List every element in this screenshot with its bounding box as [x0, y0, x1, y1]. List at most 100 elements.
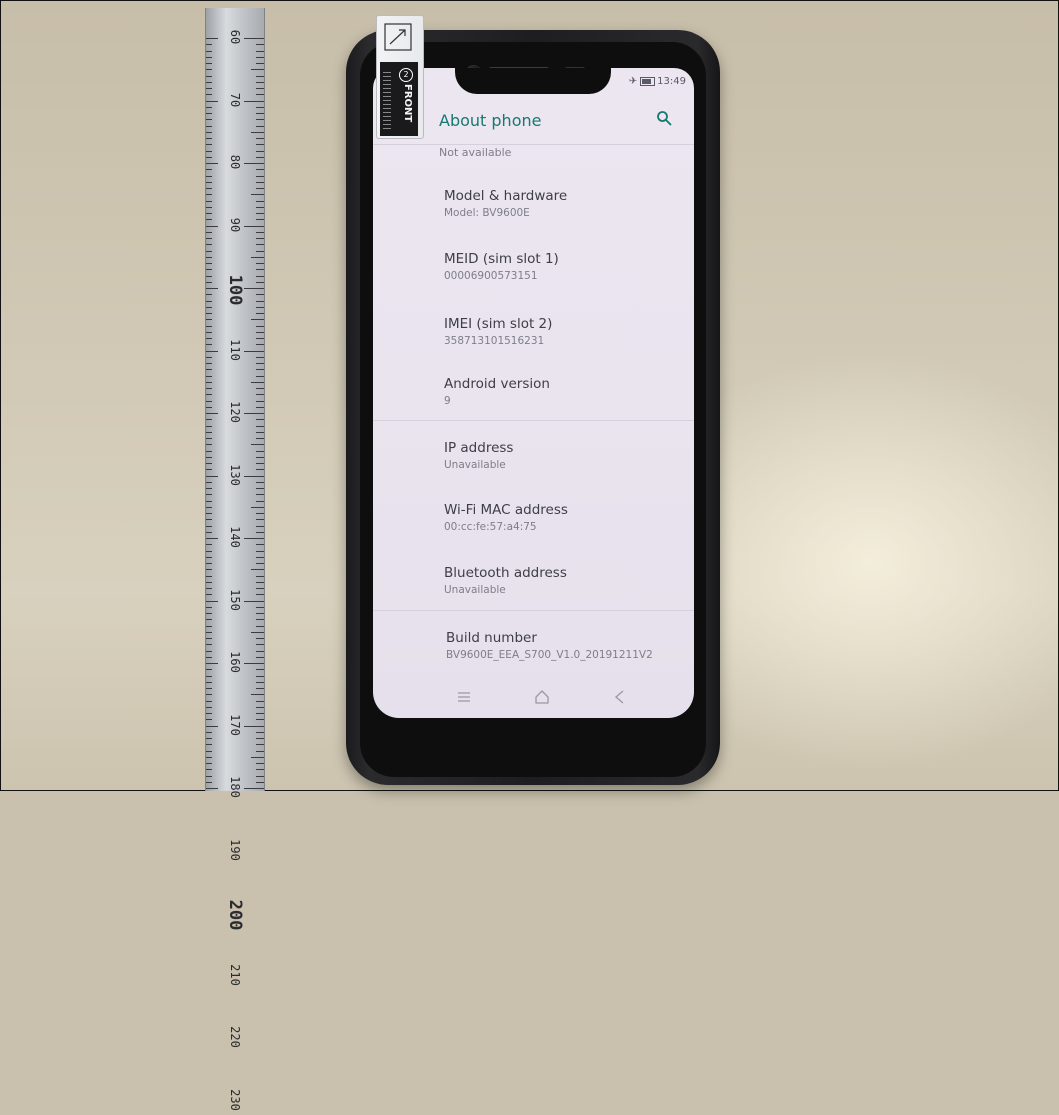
- list-item-model-hardware[interactable]: Model & hardware Model: BV9600E: [444, 188, 567, 219]
- ruler-tick: [206, 656, 212, 658]
- ruler-tick: [256, 550, 264, 552]
- ruler-tick: [256, 281, 264, 283]
- ruler-tick: [256, 531, 264, 533]
- ruler-tick: [206, 625, 212, 627]
- ruler-tick: [206, 394, 212, 396]
- ruler-tick: [256, 56, 264, 58]
- ruler-tick: [206, 213, 212, 214]
- ruler-tick: [256, 219, 264, 221]
- ruler-tick: [256, 469, 264, 471]
- list-item-title: Bluetooth address: [444, 565, 567, 581]
- ruler-number: 190: [228, 838, 242, 861]
- ruler-tick: [206, 319, 212, 321]
- ruler-tick: [206, 556, 212, 558]
- ruler-tick: [256, 594, 264, 596]
- home-icon[interactable]: [533, 688, 551, 706]
- ruler-tick: [256, 331, 264, 333]
- ruler-number: 220: [228, 1026, 242, 1048]
- ruler-tick: [256, 463, 264, 464]
- list-item-title: MEID (sim slot 1): [444, 251, 559, 267]
- ruler-tick: [206, 288, 218, 289]
- ruler-tick: [206, 131, 212, 133]
- ruler-number: 150: [228, 588, 242, 611]
- list-item-title: Wi-Fi MAC address: [444, 502, 568, 518]
- ruler-tick: [256, 44, 264, 46]
- ruler-tick: [251, 381, 264, 383]
- list-item-wifi-mac[interactable]: Wi-Fi MAC address 00:cc:fe:57:a4:75: [444, 502, 568, 533]
- ruler-number: 180: [228, 776, 242, 798]
- list-item-build-number[interactable]: Build number BV9600E_EEA_S700_V1.0_20191…: [446, 630, 653, 661]
- list-item-summary: Unavailable: [444, 584, 506, 596]
- ruler-tick: [256, 656, 264, 658]
- list-item-android-version[interactable]: Android version 9: [444, 376, 550, 407]
- ruler-number: 120: [228, 401, 242, 423]
- ruler-tick: [206, 275, 212, 277]
- ruler-tick: [256, 719, 264, 721]
- ruler-tick: [256, 263, 264, 264]
- ruler-tick: [256, 388, 264, 389]
- ruler-tick: [256, 213, 264, 214]
- ruler-tick: [206, 244, 212, 246]
- ruler-tick: [206, 425, 212, 427]
- search-icon[interactable]: [656, 110, 672, 126]
- ruler-tick: [256, 700, 264, 702]
- screen-protector-tab: 2 FRONT: [376, 15, 424, 139]
- ruler-tick: [256, 188, 264, 189]
- ruler-tick: [206, 413, 218, 414]
- ruler-tick: [206, 519, 212, 521]
- list-item-meid[interactable]: MEID (sim slot 1) 00006900573151: [444, 251, 559, 282]
- list-item-bluetooth-address[interactable]: Bluetooth address Unavailable: [444, 565, 567, 596]
- ruler-tick: [206, 406, 212, 408]
- ruler-tick: [256, 669, 264, 671]
- ruler-tick: [206, 294, 212, 296]
- ruler-tick: [256, 369, 264, 371]
- recents-icon[interactable]: [455, 688, 473, 706]
- ruler-tick: [256, 481, 264, 483]
- ruler-tick: [256, 156, 264, 158]
- ruler-tick: [256, 500, 264, 502]
- ruler-tick: [256, 231, 264, 233]
- ruler-tick: [251, 256, 264, 258]
- ruler-tick: [256, 769, 264, 771]
- ruler-tick: [206, 563, 212, 564]
- list-item-summary: Model: BV9600E: [444, 207, 530, 219]
- ruler-tick: [206, 269, 212, 271]
- ruler-tick: [206, 194, 212, 196]
- back-icon[interactable]: [611, 688, 629, 706]
- ruler-tick: [206, 663, 218, 664]
- ruler-tick: [206, 506, 212, 508]
- ruler-tick: [206, 644, 212, 646]
- ruler-tick: [206, 338, 212, 339]
- ruler-tick: [244, 600, 264, 602]
- ruler-tick: [256, 763, 264, 764]
- ruler-tick: [206, 94, 212, 96]
- ruler-tick: [206, 688, 212, 689]
- list-item-imei[interactable]: IMEI (sim slot 2) 358713101516231: [444, 316, 552, 347]
- ruler-tick: [244, 538, 264, 539]
- navigation-bar: [373, 676, 694, 718]
- ruler-tick: [206, 125, 212, 127]
- list-item-ip-address[interactable]: IP address Unavailable: [444, 440, 513, 471]
- ruler-tick: [206, 781, 212, 783]
- ruler-tick: [244, 475, 264, 477]
- ruler-tick: [206, 531, 212, 533]
- ruler-tick: [256, 125, 264, 127]
- ruler-tick: [206, 44, 212, 46]
- ruler-tick: [206, 525, 212, 527]
- ruler-tick: [256, 300, 264, 302]
- step-number-badge: 2: [399, 68, 413, 82]
- ruler-tick: [256, 731, 264, 733]
- ruler-tick: [206, 538, 218, 539]
- previous-item-summary: Not available: [439, 146, 512, 159]
- ruler-tick: [256, 356, 264, 358]
- ruler-tick: [256, 394, 264, 396]
- ruler-tick: [206, 313, 212, 314]
- ruler-tick: [206, 738, 212, 739]
- ruler-tick: [206, 100, 218, 102]
- ruler-tick: [256, 544, 264, 546]
- ruler-tick: [206, 325, 212, 327]
- ruler-number: 130: [228, 463, 242, 486]
- ruler-tick: [206, 631, 212, 633]
- ruler-tick: [206, 225, 218, 227]
- ruler-tick: [256, 456, 264, 458]
